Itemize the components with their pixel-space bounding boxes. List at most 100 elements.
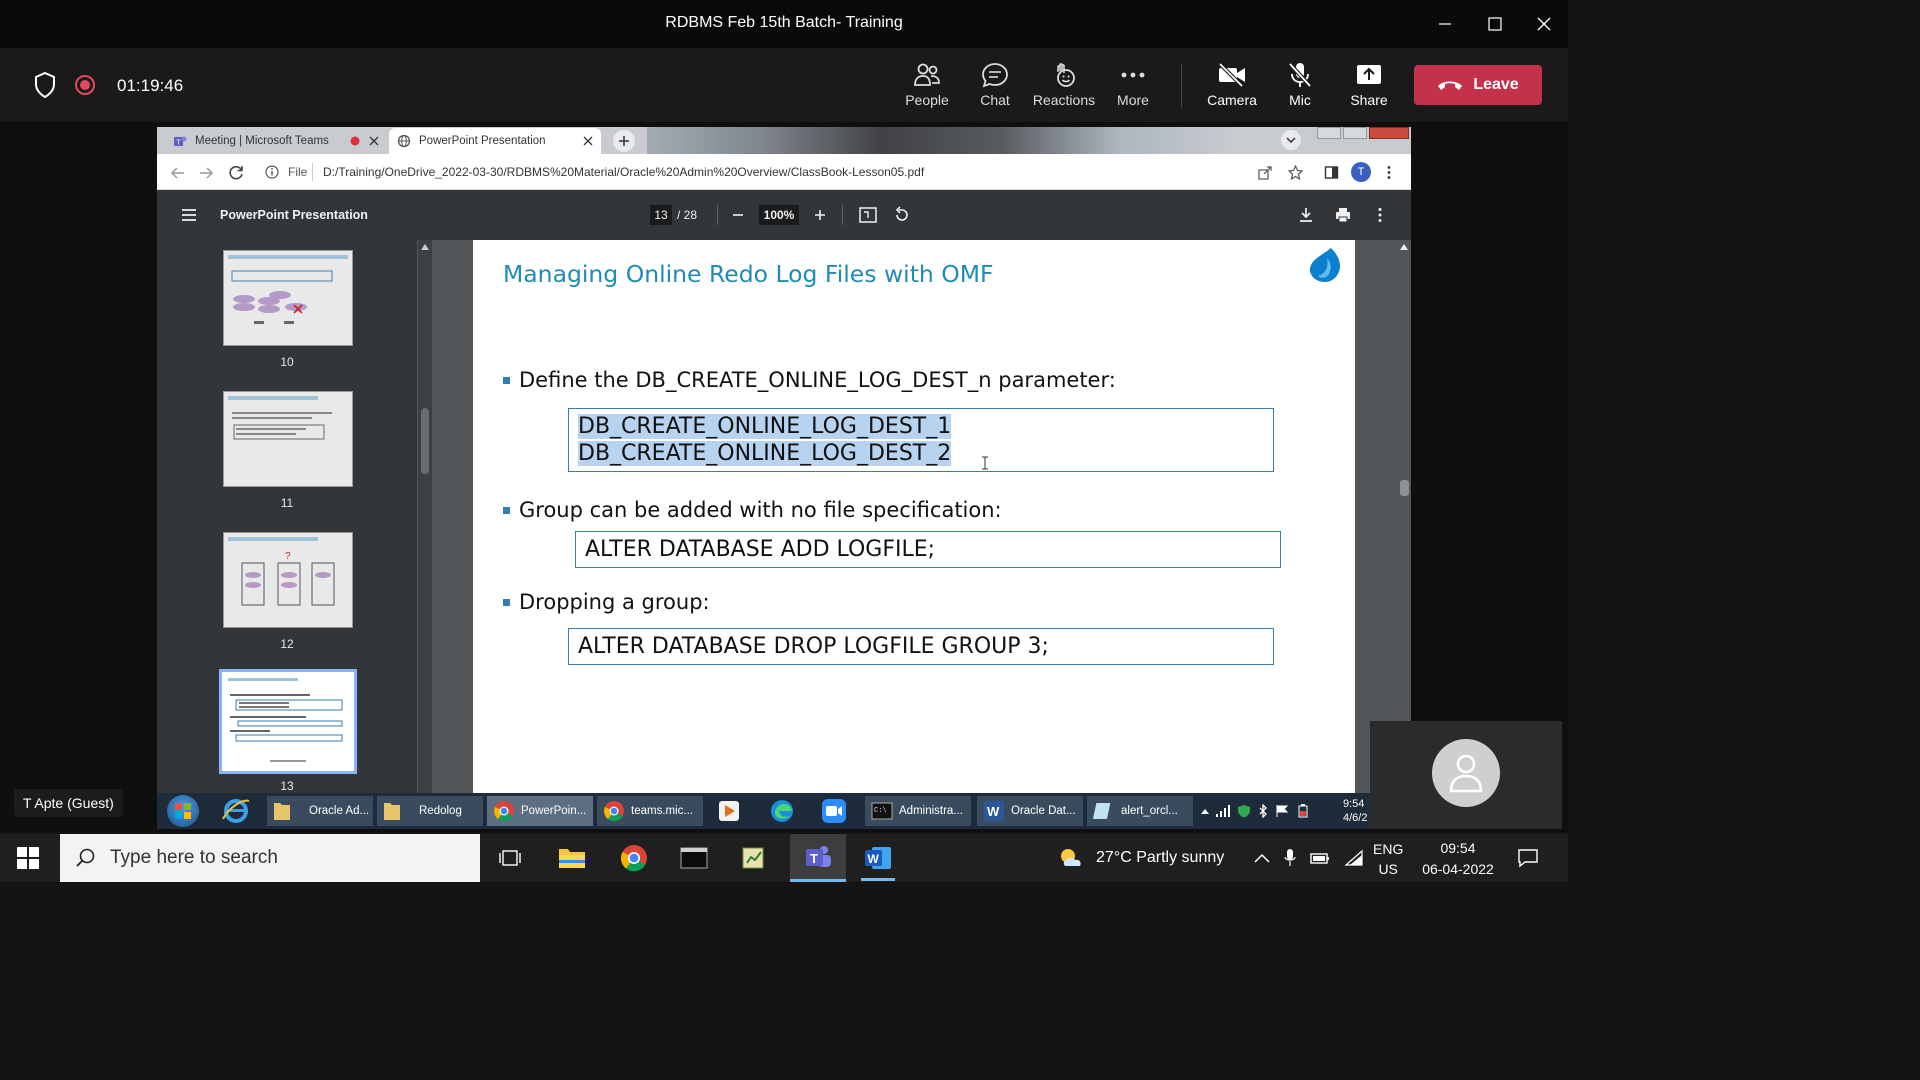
zoom-out-icon[interactable] [732, 209, 744, 221]
code-block: ALTER DATABASE ADD LOGFILE; [575, 531, 1281, 568]
thumbnail-page-12[interactable]: ? [223, 532, 353, 628]
scrollbar-thumb[interactable] [1400, 480, 1409, 496]
chevron-up-icon[interactable] [1254, 853, 1270, 863]
start-button[interactable] [8, 842, 48, 874]
zoom-in-icon[interactable] [814, 209, 826, 221]
scroll-up-icon[interactable] [421, 244, 429, 250]
close-icon[interactable] [369, 136, 379, 146]
download-icon[interactable] [1299, 207, 1313, 223]
code-line-selected[interactable]: DB_CREATE_ONLINE_LOG_DEST_2 [578, 441, 952, 466]
share-icon[interactable] [1258, 165, 1273, 180]
edge-icon[interactable] [769, 798, 795, 824]
mic-button[interactable]: Mic [1268, 60, 1332, 112]
maximize-button[interactable] [1475, 8, 1515, 40]
teams-icon: T [174, 136, 187, 147]
chrome-taskbar-button[interactable] [614, 842, 654, 874]
file-explorer-button[interactable] [552, 842, 592, 874]
people-button[interactable]: People [895, 60, 959, 112]
forward-icon[interactable] [199, 166, 213, 180]
profile-avatar[interactable]: T [1351, 162, 1371, 182]
chat-button[interactable]: Chat [963, 60, 1027, 112]
menu-dots-icon[interactable] [1386, 165, 1392, 180]
remote-task-administrator-cmd[interactable]: C:\ Administra... [865, 796, 971, 826]
remote-task-teams-browser[interactable]: teams.mic... [597, 796, 703, 826]
word-taskbar-button[interactable]: W [858, 842, 898, 874]
scrollbar-thumb[interactable] [421, 408, 429, 474]
remote-task-label: PowerPoin... [521, 805, 587, 817]
microphone-icon[interactable] [1284, 848, 1296, 868]
minimize-button[interactable] [1425, 8, 1465, 40]
people-label: People [905, 92, 949, 108]
share-button[interactable]: Share [1337, 60, 1401, 112]
page-number-input[interactable]: 13 [650, 205, 672, 225]
reactions-button[interactable]: Reactions [1032, 60, 1096, 112]
remote-task-oracle-database-doc[interactable]: W Oracle Dat... [977, 796, 1083, 826]
tab-search-button[interactable] [1281, 130, 1301, 150]
hamburger-menu-icon[interactable] [181, 208, 197, 222]
reload-icon[interactable] [229, 165, 244, 180]
thumbnail-page-10[interactable] [223, 250, 353, 346]
media-player-icon[interactable] [717, 799, 741, 823]
terminal-button[interactable] [674, 842, 714, 874]
zoom-icon[interactable] [821, 798, 847, 824]
self-video-preview[interactable] [1370, 721, 1562, 829]
print-icon[interactable] [1335, 207, 1351, 223]
close-button[interactable] [1524, 8, 1564, 40]
chat-icon [981, 60, 1009, 90]
spreadsheet-app-button[interactable] [734, 842, 774, 874]
remote-system-tray [1201, 801, 1321, 821]
thumbnail-scrollbar[interactable] [418, 240, 432, 827]
scroll-up-icon[interactable] [1400, 244, 1408, 250]
show-hidden-icons-icon[interactable] [1201, 808, 1209, 814]
meeting-toolbar: 01:19:46 People Chat Reactions More Came… [0, 48, 1568, 122]
info-icon[interactable] [265, 165, 279, 179]
side-panel-icon[interactable] [1324, 165, 1339, 180]
code-line-selected[interactable]: DB_CREATE_ONLINE_LOG_DEST_1 [578, 414, 952, 439]
zoom-input[interactable]: 100% [759, 205, 799, 225]
notifications-button[interactable] [1508, 842, 1548, 874]
camera-button[interactable]: Camera [1200, 60, 1264, 112]
code-block: ALTER DATABASE DROP LOGFILE GROUP 3; [568, 628, 1274, 665]
address-bar: File D:/Training/OneDrive_2022-03-30/RDB… [157, 154, 1411, 190]
remote-task-powerpoint[interactable]: PowerPoin... [487, 796, 593, 826]
windows-start-icon[interactable] [167, 795, 199, 827]
page-total: / 28 [677, 208, 698, 222]
battery-icon[interactable] [1310, 850, 1330, 866]
fit-page-icon[interactable] [859, 207, 877, 223]
maximize-icon [1488, 17, 1502, 31]
more-options-icon[interactable] [1377, 207, 1383, 223]
teams-taskbar-button[interactable]: T [790, 834, 846, 882]
clock-date: 06-04-2022 [1422, 861, 1494, 877]
svg-text:W: W [987, 804, 1000, 819]
taskbar-search-box[interactable]: Type here to search [60, 834, 480, 882]
star-icon[interactable] [1288, 165, 1303, 180]
internet-explorer-icon[interactable] [221, 797, 251, 825]
new-tab-button[interactable] [613, 130, 635, 152]
word-icon: W [984, 801, 1004, 821]
back-icon[interactable] [171, 166, 185, 180]
system-clock[interactable]: 09:54 06-04-2022 [1418, 838, 1498, 880]
wifi-icon[interactable] [1344, 849, 1364, 867]
task-view-button[interactable] [490, 842, 530, 874]
remote-task-redolog[interactable]: Redolog [377, 796, 483, 826]
slide-title: Managing Online Redo Log Files with OMF [503, 260, 994, 288]
browser-close-button[interactable] [1369, 127, 1409, 139]
more-button[interactable]: More [1101, 60, 1165, 112]
tab-powerpoint-presentation[interactable]: PowerPoint Presentation [389, 128, 601, 154]
thumbnail-page-11[interactable] [223, 391, 353, 487]
browser-minimize-button[interactable] [1317, 127, 1341, 139]
language-indicator[interactable]: ENG US [1373, 839, 1403, 879]
url-field[interactable]: D:/Training/OneDrive_2022-03-30/RDBMS%20… [323, 165, 924, 179]
rotate-icon[interactable] [893, 206, 911, 224]
browser-maximize-button[interactable] [1343, 127, 1367, 139]
weather-widget[interactable]: 27°C Partly sunny [1058, 834, 1224, 882]
remote-task-alert-log[interactable]: alert_orcl... [1087, 796, 1193, 826]
chevron-down-icon [1286, 137, 1296, 144]
code-block: DB_CREATE_ONLINE_LOG_DEST_1 DB_CREATE_ON… [568, 408, 1274, 472]
tab-teams-meeting[interactable]: T Meeting | Microsoft Teams [165, 128, 387, 154]
close-icon[interactable] [583, 136, 593, 146]
remote-task-oracle-admin[interactable]: Oracle Ad... [267, 796, 373, 826]
thumbnail-page-13[interactable] [219, 669, 357, 774]
bullet-icon [503, 598, 510, 606]
leave-button[interactable]: Leave [1414, 65, 1542, 105]
